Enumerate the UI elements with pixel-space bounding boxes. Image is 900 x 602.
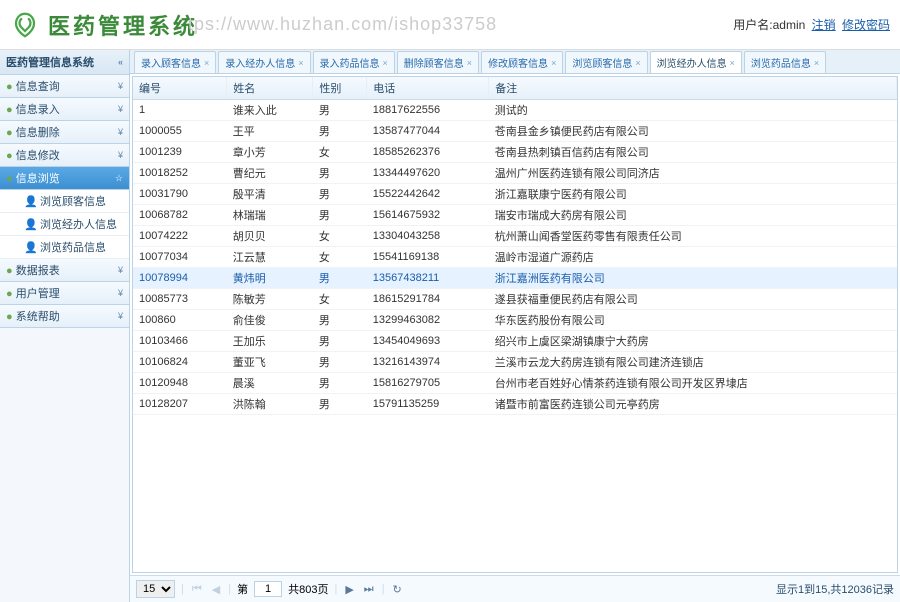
column-header[interactable]: 性别 bbox=[313, 77, 367, 100]
tab[interactable]: 浏览药品信息× bbox=[744, 51, 826, 73]
tab-close-icon[interactable]: × bbox=[298, 58, 303, 68]
tab[interactable]: 浏览经办人信息× bbox=[650, 51, 742, 73]
tab[interactable]: 浏览顾客信息× bbox=[565, 51, 647, 73]
tab[interactable]: 录入顾客信息× bbox=[134, 51, 216, 73]
page-label: 第 bbox=[237, 581, 248, 597]
table-row[interactable]: 1谁来入此男18817622556测试的 bbox=[133, 100, 897, 121]
sidebar-sub-item[interactable]: 👤 浏览顾客信息 bbox=[0, 190, 129, 213]
sidebar-item[interactable]: ● 信息录入¥ bbox=[0, 98, 129, 121]
watermark: tps://www.huzhan.com/ishop33758 bbox=[188, 14, 497, 35]
sidebar-sub-item[interactable]: 👤 浏览经办人信息 bbox=[0, 213, 129, 236]
table-row[interactable]: 10106824董亚飞男13216143974兰溪市云龙大药房连锁有限公司建济连… bbox=[133, 352, 897, 373]
pager: 15 | ⏮ ◀ | 第 共803页 | ▶ ⏭ | ↻ 显示1到15,共120… bbox=[130, 575, 900, 602]
user-label: 用户名: bbox=[733, 18, 772, 32]
first-page-icon[interactable]: ⏮ bbox=[190, 583, 204, 596]
tab-close-icon[interactable]: × bbox=[551, 58, 556, 68]
table-row[interactable]: 10068782林瑞瑞男15614675932瑞安市瑞成大药房有限公司 bbox=[133, 205, 897, 226]
table-row[interactable]: 10120948晨溪男15816279705台州市老百姓好心情茶药连锁有限公司开… bbox=[133, 373, 897, 394]
table-row[interactable]: 10128207洪陈翰男15791135259诸暨市前富医药连锁公司元亭药房 bbox=[133, 394, 897, 415]
table-row[interactable]: 10078994黄炜明男13567438211浙江嘉洲医药有限公司 bbox=[133, 268, 897, 289]
table-row[interactable]: 10085773陈敏芳女18615291784遂县获福重便民药店有限公司 bbox=[133, 289, 897, 310]
sidebar-item[interactable]: ● 信息删除¥ bbox=[0, 121, 129, 144]
tab-bar: 录入顾客信息×录入经办人信息×录入药品信息×删除顾客信息×修改顾客信息×浏览顾客… bbox=[130, 50, 900, 74]
column-header[interactable]: 编号 bbox=[133, 77, 227, 100]
app-title: 医药管理系统 bbox=[48, 9, 198, 41]
pager-summary: 显示1到15,共12036记录 bbox=[776, 581, 894, 597]
table-row[interactable]: 10103466王加乐男13454049693绍兴市上虞区梁湖镇康宁大药房 bbox=[133, 331, 897, 352]
tab-close-icon[interactable]: × bbox=[730, 58, 735, 68]
last-page-icon[interactable]: ⏭ bbox=[362, 583, 376, 596]
sidebar: 医药管理信息系统 « ● 信息查询¥● 信息录入¥● 信息删除¥● 信息修改¥●… bbox=[0, 50, 130, 602]
tab-close-icon[interactable]: × bbox=[383, 58, 388, 68]
next-page-icon[interactable]: ▶ bbox=[343, 583, 355, 596]
column-header[interactable]: 姓名 bbox=[227, 77, 313, 100]
column-header[interactable]: 备注 bbox=[489, 77, 897, 100]
sidebar-item[interactable]: ● 系统帮助¥ bbox=[0, 305, 129, 328]
tab-close-icon[interactable]: × bbox=[204, 58, 209, 68]
table-row[interactable]: 10018252曹纪元男13344497620温州广州医药连锁有限公司同济店 bbox=[133, 163, 897, 184]
sidebar-header: 医药管理信息系统 « bbox=[0, 50, 129, 75]
sidebar-sub-item[interactable]: 👤 浏览药品信息 bbox=[0, 236, 129, 259]
total-pages: 共803页 bbox=[288, 581, 328, 597]
refresh-icon[interactable]: ↻ bbox=[391, 583, 404, 596]
tab[interactable]: 录入经办人信息× bbox=[218, 51, 310, 73]
tab[interactable]: 删除顾客信息× bbox=[397, 51, 479, 73]
collapse-icon[interactable]: « bbox=[118, 57, 123, 67]
user-info: 用户名:admin 注销 修改密码 bbox=[733, 16, 890, 33]
table-container: 编号姓名性别电话备注 1谁来入此男18817622556测试的1000055王平… bbox=[132, 76, 898, 573]
page-size-select[interactable]: 15 bbox=[136, 580, 175, 598]
prev-page-icon[interactable]: ◀ bbox=[210, 583, 222, 596]
table-row[interactable]: 1000055王平男13587477044苍南县金乡镇便民药店有限公司 bbox=[133, 121, 897, 142]
tab-close-icon[interactable]: × bbox=[467, 58, 472, 68]
tab[interactable]: 修改顾客信息× bbox=[481, 51, 563, 73]
table-row[interactable]: 10077034江云慧女15541169138温岭市湿道广源药店 bbox=[133, 247, 897, 268]
user-name: admin bbox=[773, 18, 806, 32]
column-header[interactable]: 电话 bbox=[367, 77, 489, 100]
change-password-link[interactable]: 修改密码 bbox=[842, 18, 890, 32]
sidebar-item[interactable]: ● 信息修改¥ bbox=[0, 144, 129, 167]
table-row[interactable]: 10031790殷平清男15522442642浙江嘉联康宁医药有限公司 bbox=[133, 184, 897, 205]
page-input[interactable] bbox=[254, 581, 282, 597]
sidebar-title: 医药管理信息系统 bbox=[6, 54, 94, 70]
sidebar-item[interactable]: ● 数据报表¥ bbox=[0, 259, 129, 282]
logout-link[interactable]: 注销 bbox=[812, 18, 836, 32]
table-row[interactable]: 10074222胡贝贝女13304043258杭州萧山闻香堂医药零售有限责任公司 bbox=[133, 226, 897, 247]
sidebar-item[interactable]: ● 信息查询¥ bbox=[0, 75, 129, 98]
sidebar-item[interactable]: ● 信息浏览☆ bbox=[0, 167, 129, 190]
sidebar-item[interactable]: ● 用户管理¥ bbox=[0, 282, 129, 305]
tab-close-icon[interactable]: × bbox=[635, 58, 640, 68]
tab-close-icon[interactable]: × bbox=[814, 58, 819, 68]
tab[interactable]: 录入药品信息× bbox=[313, 51, 395, 73]
logo-icon bbox=[10, 10, 40, 40]
table-row[interactable]: 1001239章小芳女18585262376苍南县热刺镇百信药店有限公司 bbox=[133, 142, 897, 163]
table-row[interactable]: 100860俞佳俊男13299463082华东医药股份有限公司 bbox=[133, 310, 897, 331]
